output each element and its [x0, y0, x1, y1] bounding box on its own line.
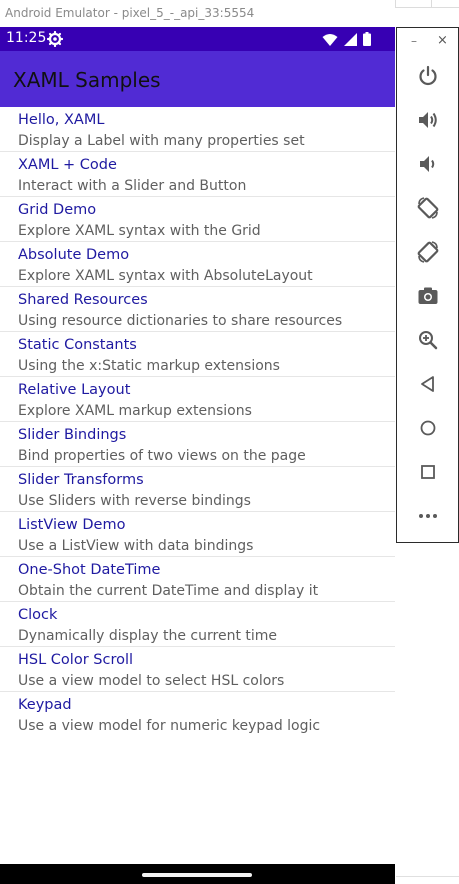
list-item-grid-demo[interactable]: Grid Demo Explore XAML syntax with the G… — [0, 197, 395, 242]
list-item-title: Shared Resources — [18, 292, 148, 308]
list-item-description: Interact with a Slider and Button — [18, 178, 247, 194]
overview-button[interactable] — [413, 457, 443, 487]
list-item-title: ListView Demo — [18, 517, 126, 533]
close-button[interactable]: × — [437, 33, 448, 48]
rotate-right-button[interactable] — [413, 237, 443, 267]
side-strip-top — [395, 0, 459, 8]
wifi-icon — [322, 33, 338, 46]
desktop-background — [396, 543, 459, 884]
back-icon — [421, 376, 434, 392]
list-item-relative-layout[interactable]: Relative Layout Explore XAML markup exte… — [0, 377, 395, 422]
signal-icon — [344, 32, 357, 46]
battery-icon — [363, 32, 371, 46]
camera-icon — [418, 287, 438, 304]
more-button[interactable] — [413, 501, 443, 531]
list-item-shared-resources[interactable]: Shared Resources Using resource dictiona… — [0, 287, 395, 332]
list-item-description: Dynamically display the current time — [18, 628, 278, 644]
list-item-title: Static Constants — [18, 337, 137, 353]
emulator-toolbar: – × — [396, 27, 459, 543]
list-item-keypad[interactable]: Keypad Use a view model for numeric keyp… — [0, 692, 395, 737]
list-item-hello-xaml[interactable]: Hello, XAML Display a Label with many pr… — [0, 107, 395, 152]
app-title: XAML Samples — [13, 68, 161, 92]
list-item-description: Bind properties of two views on the page — [18, 448, 306, 464]
zoom-icon — [419, 331, 438, 350]
list-item-description: Use a ListView with data bindings — [18, 538, 254, 554]
volume-up-button[interactable] — [413, 105, 443, 135]
list-item-description: Using resource dictionaries to share res… — [18, 313, 343, 329]
power-button[interactable] — [413, 61, 443, 91]
rotate-left-button[interactable] — [413, 193, 443, 223]
list-item-absolute-demo[interactable]: Absolute Demo Explore XAML syntax with A… — [0, 242, 395, 287]
power-icon — [419, 65, 437, 86]
home-gesture-handle[interactable] — [142, 873, 252, 877]
list-item-static-constants[interactable]: Static Constants Using the x:Static mark… — [0, 332, 395, 377]
list-item-title: HSL Color Scroll — [18, 652, 134, 668]
minimize-button[interactable]: – — [411, 34, 417, 48]
zoom-button[interactable] — [413, 325, 443, 355]
list-item-title: Keypad — [18, 697, 72, 713]
app-bar: XAML Samples — [0, 51, 395, 107]
volume-up-icon — [419, 112, 437, 128]
list-item-title: Relative Layout — [18, 382, 131, 398]
list-item-title: Clock — [18, 607, 58, 623]
list-item-description: Display a Label with many properties set — [18, 133, 305, 149]
status-time: 11:25 — [6, 30, 47, 46]
list-item-listview-demo[interactable]: ListView Demo Use a ListView with data b… — [0, 512, 395, 557]
status-bar: 11:25 — [0, 27, 395, 51]
emulator-window-title: Android Emulator - pixel_5_-_api_33:5554 — [0, 0, 395, 27]
list-item-description: Use a view model for numeric keypad logi… — [18, 718, 321, 734]
rotate-left-icon — [417, 197, 439, 219]
rotate-right-icon — [417, 241, 439, 263]
more-icon — [419, 514, 437, 518]
list-item-title: Absolute Demo — [18, 247, 130, 263]
list-item-title: One-Shot DateTime — [18, 562, 161, 578]
back-button[interactable] — [413, 369, 443, 399]
screenshot-button[interactable] — [413, 281, 443, 311]
list-item-title: Hello, XAML — [18, 112, 105, 128]
window-bottom-edge — [396, 876, 459, 884]
phone-screen: 11:25 XAML Samples Hello, XAML Display a… — [0, 27, 395, 884]
list-item-description: Explore XAML markup extensions — [18, 403, 252, 419]
list-item-description: Using the x:Static markup extensions — [18, 358, 280, 374]
home-button[interactable] — [413, 413, 443, 443]
list-item-slider-bindings[interactable]: Slider Bindings Bind properties of two v… — [0, 422, 395, 467]
list-item-title: Grid Demo — [18, 202, 97, 218]
gesture-nav-bar — [0, 864, 395, 884]
volume-down-button[interactable] — [413, 149, 443, 179]
home-icon — [420, 420, 436, 436]
settings-icon — [47, 31, 63, 47]
list-item-xaml-code[interactable]: XAML + Code Interact with a Slider and B… — [0, 152, 395, 197]
list-item-description: Use a view model to select HSL colors — [18, 673, 285, 689]
list-item-slider-transforms[interactable]: Slider Transforms Use Sliders with rever… — [0, 467, 395, 512]
list-item-title: XAML + Code — [18, 157, 117, 173]
list-item-one-shot-datetime[interactable]: One-Shot DateTime Obtain the current Dat… — [0, 557, 395, 602]
list-item-description: Explore XAML syntax with the Grid — [18, 223, 261, 239]
list-item-description: Use Sliders with reverse bindings — [18, 493, 251, 509]
overview-icon — [421, 465, 435, 479]
toolbar-window-controls: – × — [397, 33, 458, 50]
volume-down-icon — [420, 156, 435, 172]
list-item-title: Slider Bindings — [18, 427, 127, 443]
list-item-description: Obtain the current DateTime and display … — [18, 583, 319, 599]
list-item-title: Slider Transforms — [18, 472, 144, 488]
list-item-hsl-color-scroll[interactable]: HSL Color Scroll Use a view model to sel… — [0, 647, 395, 692]
list-item-clock[interactable]: Clock Dynamically display the current ti… — [0, 602, 395, 647]
list-item-description: Explore XAML syntax with AbsoluteLayout — [18, 268, 313, 284]
samples-list: Hello, XAML Display a Label with many pr… — [0, 107, 395, 737]
